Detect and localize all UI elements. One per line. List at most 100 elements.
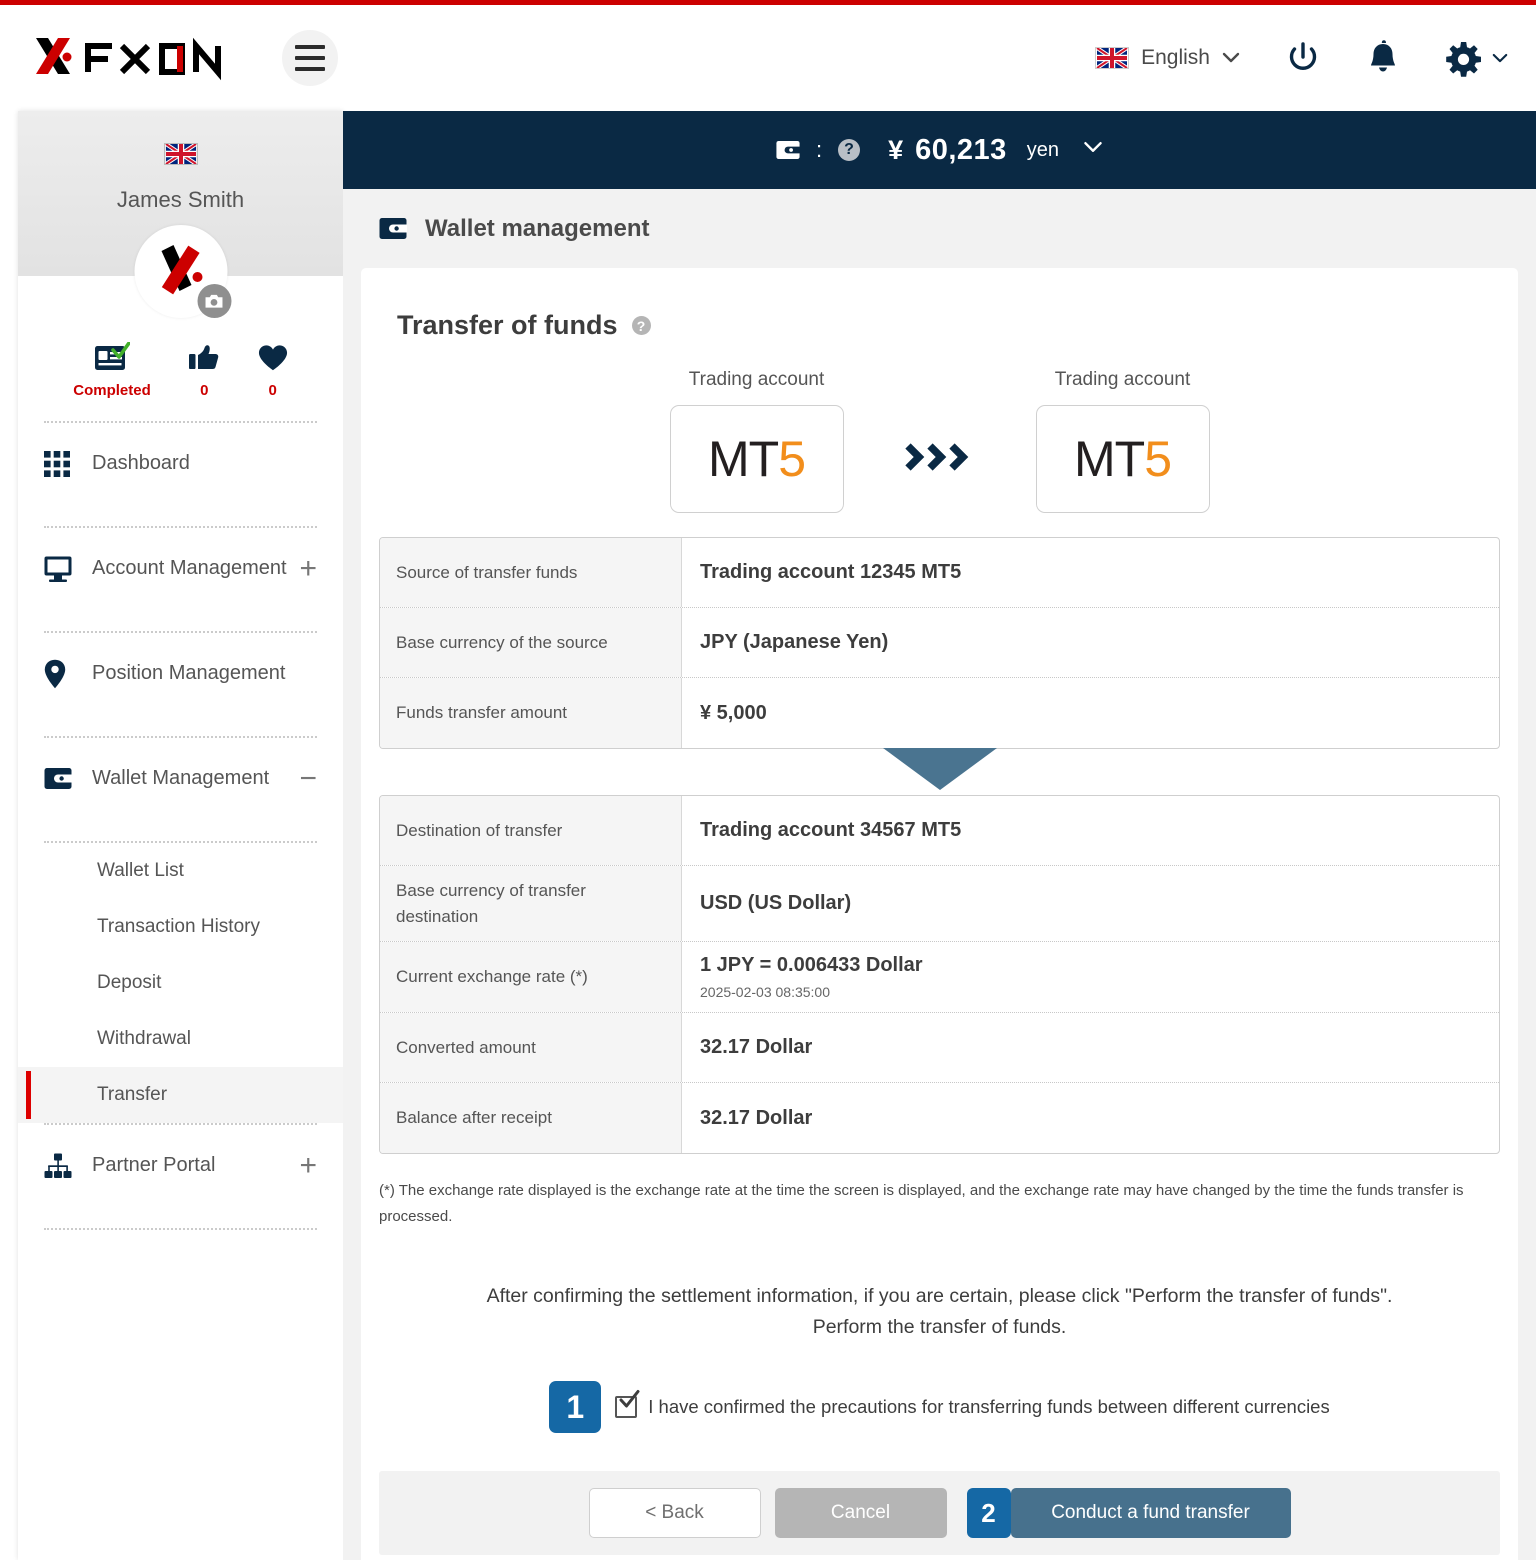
cancel-button[interactable]: Cancel xyxy=(774,1488,947,1539)
confirmation-line-1: After confirming the settlement informat… xyxy=(486,1285,1393,1307)
row-label: Funds transfer amount xyxy=(380,678,682,748)
row-label: Converted amount xyxy=(380,1013,682,1082)
power-icon xyxy=(1289,42,1317,70)
source-details-table: Source of transfer funds Trading account… xyxy=(379,537,1500,749)
bell-icon xyxy=(1371,40,1395,72)
stat-label: 0 xyxy=(268,382,277,399)
hamburger-icon-line xyxy=(295,67,325,71)
pin-icon xyxy=(44,659,84,689)
sidebar-item-label: Dashboard xyxy=(92,452,190,474)
card-title: Transfer of funds xyxy=(397,310,618,340)
heart-icon xyxy=(258,345,287,371)
balance-display: : ? ¥ 60,213 yen xyxy=(776,134,1103,167)
sidebar-item-label: Position Management xyxy=(92,662,286,684)
row-value: 1 JPY = 0.006433 Dollar 2025-02-03 08:35… xyxy=(682,942,1499,1012)
sidebar: James Smith Completed 0 0 Dashboard Acco… xyxy=(18,111,343,1560)
row-value-text: JPY (Japanese Yen) xyxy=(700,631,889,653)
row-value: Trading account 34567 MT5 xyxy=(682,796,1499,865)
user-name: James Smith xyxy=(116,187,245,212)
triple-chevron-right-icon xyxy=(902,435,978,479)
flow-destination-node: Trading account MT5 xyxy=(1035,369,1210,513)
wallet-icon xyxy=(379,218,407,239)
header-actions: English xyxy=(1095,39,1508,77)
stat-label: Completed xyxy=(73,382,151,399)
sidebar-subitem-label: Wallet List xyxy=(97,860,184,881)
hamburger-icon-line xyxy=(295,56,325,60)
fxon-logo[interactable] xyxy=(26,32,238,84)
breadcrumb: Wallet management xyxy=(343,189,1536,268)
sidebar-item-withdrawal[interactable]: Withdrawal xyxy=(18,1011,343,1067)
row-label: Destination of transfer xyxy=(380,796,682,865)
avatar[interactable] xyxy=(134,225,231,318)
sidebar-item-partner-portal[interactable]: Partner Portal + xyxy=(18,1125,343,1206)
table-row: Converted amount 32.17 Dollar xyxy=(380,1013,1499,1083)
camera-icon xyxy=(205,294,223,308)
table-row: Base currency of the source JPY (Japanes… xyxy=(380,608,1499,678)
transfer-card: Transfer of funds ? Trading account MT5 xyxy=(361,268,1518,1560)
app-header: English xyxy=(0,5,1536,111)
stat-favorites: 0 xyxy=(258,342,288,399)
source-platform-badge: MT5 xyxy=(669,405,844,513)
collapse-toggle-icon[interactable]: − xyxy=(299,763,317,794)
exchange-rate-timestamp: 2025-02-03 08:35:00 xyxy=(700,984,830,1000)
check-icon xyxy=(619,1390,640,1408)
chevron-down-icon xyxy=(1222,52,1240,63)
step-badge-1: 1 xyxy=(549,1381,602,1434)
row-value-text: ¥ 5,000 xyxy=(700,701,767,724)
sidebar-item-label: Account Management xyxy=(92,557,287,579)
row-value-text: USD (US Dollar) xyxy=(700,892,852,914)
wallet-icon xyxy=(44,767,84,790)
balance-unit: yen xyxy=(1026,138,1060,161)
sidebar-item-wallet-list[interactable]: Wallet List xyxy=(18,843,343,899)
chevron-down-icon xyxy=(1084,141,1102,152)
down-arrow-icon xyxy=(882,748,997,790)
row-value-text: 32.17 Dollar xyxy=(700,1106,813,1129)
currency-dropdown-toggle[interactable] xyxy=(1083,141,1103,159)
table-row: Funds transfer amount ¥ 5,000 xyxy=(380,678,1499,748)
conduct-fund-transfer-button[interactable]: Conduct a fund transfer xyxy=(1010,1488,1291,1539)
row-value: Trading account 12345 MT5 xyxy=(682,538,1499,607)
sidebar-item-position-management[interactable]: Position Management xyxy=(18,633,343,714)
hamburger-icon-line xyxy=(295,45,325,49)
row-value-text: Trading account 12345 MT5 xyxy=(700,561,962,583)
row-label: Base currency of the source xyxy=(380,608,682,677)
row-value: USD (US Dollar) xyxy=(682,866,1499,941)
sitemap-icon xyxy=(44,1153,84,1179)
mt5-prefix: MT xyxy=(707,431,779,487)
sidebar-item-deposit[interactable]: Deposit xyxy=(18,955,343,1011)
settings-button[interactable] xyxy=(1444,39,1508,77)
expand-toggle-icon[interactable]: + xyxy=(299,553,317,584)
row-label: Balance after receipt xyxy=(380,1083,682,1153)
sidebar-item-account-management[interactable]: Account Management + xyxy=(18,528,343,609)
question-icon[interactable]: ? xyxy=(631,316,651,335)
notifications-button[interactable] xyxy=(1366,39,1400,77)
gear-icon xyxy=(1446,42,1481,77)
change-avatar-button[interactable] xyxy=(197,284,231,318)
row-value: 32.17 Dollar xyxy=(682,1083,1499,1153)
row-value-text: 1 JPY = 0.006433 Dollar xyxy=(700,954,923,976)
question-icon[interactable]: ? xyxy=(838,139,861,161)
chevron-down-icon xyxy=(1492,53,1508,62)
currency-symbol: ¥ xyxy=(888,134,904,165)
row-value-text: Trading account 34567 MT5 xyxy=(700,819,962,841)
hamburger-menu-button[interactable] xyxy=(282,30,338,86)
thumbs-up-icon xyxy=(189,345,219,369)
exchange-rate-footnote: (*) The exchange rate displayed is the e… xyxy=(379,1182,1464,1225)
logout-button[interactable] xyxy=(1284,39,1322,77)
sidebar-item-dashboard[interactable]: Dashboard xyxy=(18,423,343,504)
card-header: Transfer of funds ? xyxy=(361,310,1518,341)
sidebar-subitem-label: Transfer xyxy=(97,1084,168,1105)
table-row: Source of transfer funds Trading account… xyxy=(380,538,1499,608)
stat-label: 0 xyxy=(200,382,209,399)
sidebar-item-transaction-history[interactable]: Transaction History xyxy=(18,899,343,955)
precautions-checkbox[interactable] xyxy=(615,1390,640,1419)
expand-toggle-icon[interactable]: + xyxy=(299,1150,317,1181)
mt5-suffix: 5 xyxy=(778,431,806,487)
back-button[interactable]: < Back xyxy=(588,1488,761,1539)
sidebar-item-transfer[interactable]: Transfer xyxy=(18,1067,343,1123)
row-label: Base currency of transfer destination xyxy=(380,866,682,941)
language-selector[interactable]: English xyxy=(1095,46,1240,70)
table-row: Base currency of transfer destination US… xyxy=(380,866,1499,942)
sidebar-item-wallet-management[interactable]: Wallet Management − xyxy=(18,738,343,819)
destination-details-table: Destination of transfer Trading account … xyxy=(379,795,1500,1154)
